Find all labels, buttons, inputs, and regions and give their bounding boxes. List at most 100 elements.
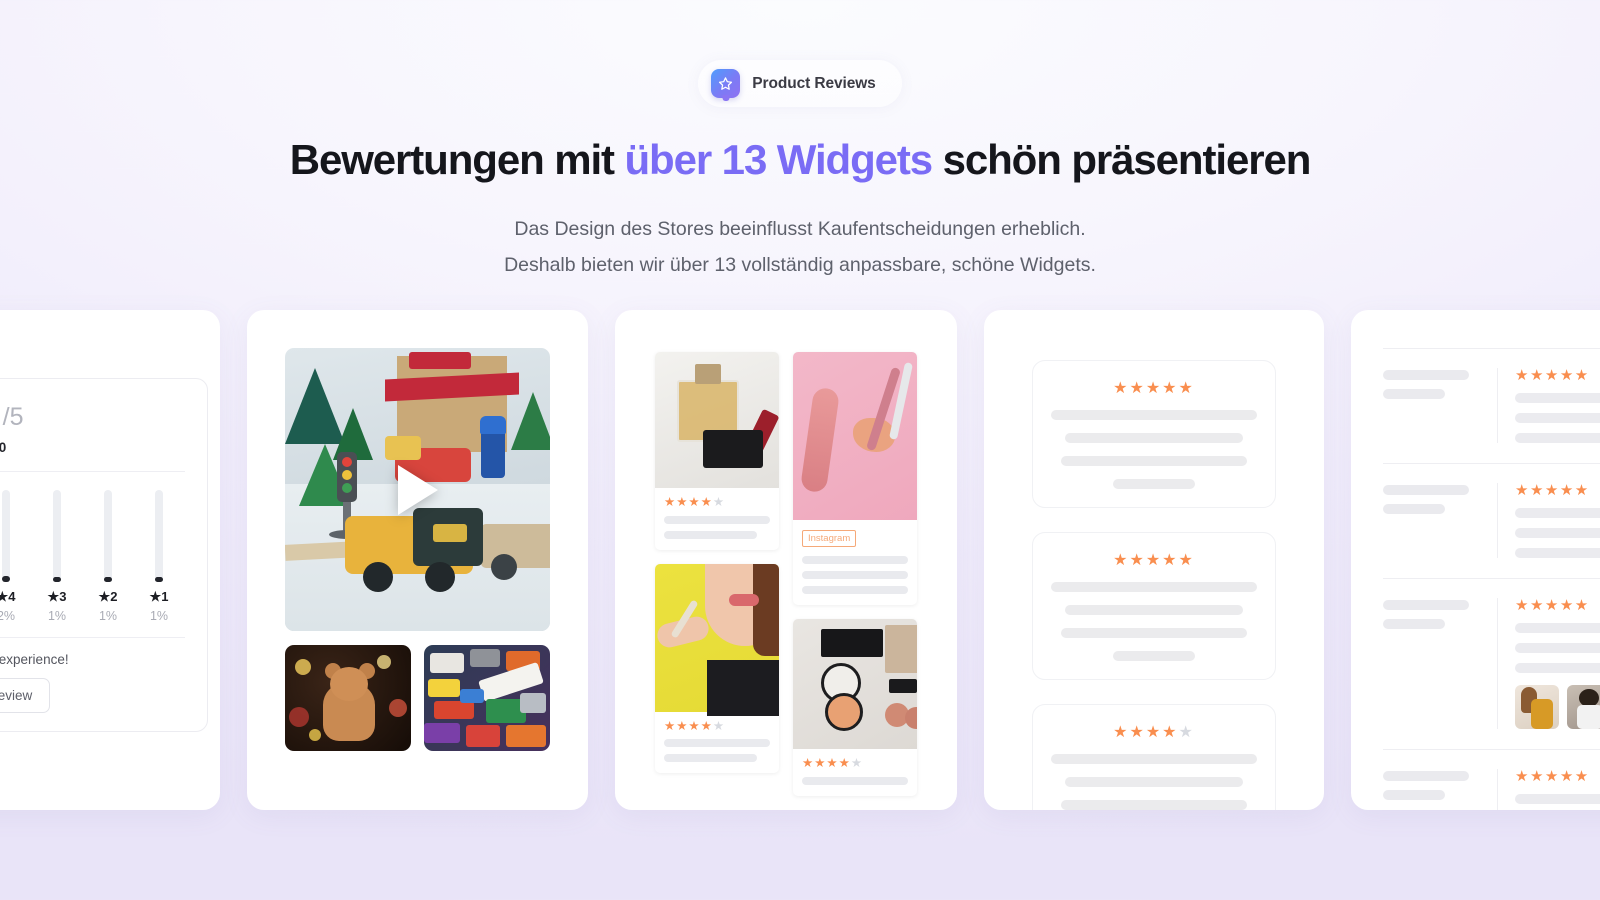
scene-figure: [481, 430, 505, 478]
empty-stars: ★: [1178, 724, 1195, 741]
skeleton-line: [1065, 433, 1243, 443]
review-author: [1383, 483, 1479, 558]
bar-percent: 1%: [47, 609, 67, 623]
distribution-bar[interactable]: ★1 1%: [137, 490, 181, 623]
star-rating: ★★★★★: [1515, 367, 1590, 384]
bar-track: [53, 490, 61, 582]
blush-compact: [825, 693, 863, 731]
skeleton-line: [1061, 456, 1247, 466]
scene-wheel: [425, 562, 455, 592]
skeleton-line: [1065, 605, 1243, 615]
review-thumbnail[interactable]: [1515, 685, 1559, 729]
scene-wheel: [491, 554, 517, 580]
skeleton-line: [664, 739, 770, 747]
star-rating: ★★★★★: [664, 718, 770, 733]
widget-card-strip: ★ 4.8 /5 Reviews 340 ★5 95% ★4 2%: [0, 310, 1600, 810]
rating-headline: ★ 4.8 /5: [0, 399, 185, 433]
badge-label: Product Reviews: [752, 74, 876, 92]
skeleton-line: [1515, 663, 1600, 673]
distribution-bar[interactable]: ★2 1%: [86, 490, 130, 623]
scene-light-green: [342, 483, 352, 493]
review-cards-list: ★★★★★ ★★★★★ ★★★★★: [984, 310, 1324, 810]
review-cards-widget-card[interactable]: ★★★★★ ★★★★★ ★★★★★: [984, 310, 1324, 810]
write-a-review-button[interactable]: Write a review: [0, 678, 51, 713]
star-rating: ★★★★★: [664, 496, 770, 509]
review-content: ★★★★★: [1497, 368, 1600, 443]
review-list-row[interactable]: ★★★★★: [1383, 579, 1600, 749]
masonry-column-left: ★★★★★ ★★★★★: [655, 352, 779, 796]
star-rating: ★★★★★: [802, 757, 908, 770]
skeleton-line: [1065, 777, 1243, 787]
photo-review-item[interactable]: ★★★★★: [655, 563, 779, 774]
bokeh-light: [289, 707, 309, 727]
photo-review-item[interactable]: Instagram: [793, 352, 917, 605]
gallery-thumbnail[interactable]: [424, 645, 550, 751]
review-card[interactable]: ★★★★★: [1032, 704, 1276, 810]
rating-summary-box: ★ 4.8 /5 Reviews 340 ★5 95% ★4 2%: [0, 378, 208, 732]
filled-stars: ★★★★: [664, 495, 713, 509]
distribution-bar[interactable]: ★3 1%: [35, 490, 79, 623]
skeleton-line: [1383, 485, 1469, 495]
review-card[interactable]: ★★★★★: [1032, 532, 1276, 680]
photo-masonry-widget-card[interactable]: ★★★★★ ★★★★★ Instagram ★★★★★: [615, 310, 957, 810]
bokeh-light: [295, 659, 311, 675]
skeleton-line: [802, 571, 908, 579]
rating-summary-widget-card[interactable]: ★ 4.8 /5 Reviews 340 ★5 95% ★4 2%: [0, 310, 220, 810]
skeleton-line: [802, 586, 908, 594]
review-card[interactable]: ★★★★★: [1032, 360, 1276, 508]
bar-percent: 2%: [0, 609, 16, 623]
filled-stars: ★★★★★: [1113, 552, 1195, 569]
review-list: ★★★★★ ★★★★★ ★★★★★ ★★★★★: [1351, 310, 1600, 810]
skeleton-line: [1515, 623, 1600, 633]
star-rating: ★★★★★: [1515, 597, 1590, 614]
review-author: [1383, 368, 1479, 443]
bokeh-light: [389, 699, 407, 717]
skeleton-line: [1051, 754, 1257, 764]
bar-fill: [53, 577, 61, 582]
bar-label: ★4: [0, 589, 16, 604]
skeleton-line: [664, 754, 758, 762]
review-body: ★★★★★: [655, 712, 779, 774]
review-content: ★★★★★: [1497, 483, 1600, 558]
review-list-row[interactable]: ★★★★★: [1383, 750, 1600, 810]
review-photo: [793, 352, 917, 520]
lego-brick: [506, 725, 546, 747]
skeleton-line: [664, 530, 758, 539]
filled-stars: ★★★★: [802, 756, 851, 770]
bar-percent: 1%: [149, 609, 169, 623]
empty-stars: ★: [712, 718, 726, 733]
lego-brick: [424, 723, 460, 743]
review-list-row[interactable]: ★★★★★: [1383, 349, 1600, 463]
review-thumbnail[interactable]: [1567, 685, 1600, 729]
lego-brick: [430, 653, 464, 673]
review-content: ★★★★★: [1497, 769, 1600, 810]
photo-review-item[interactable]: ★★★★★: [655, 352, 779, 550]
filled-stars: ★★★★★: [1113, 380, 1195, 397]
review-list-row[interactable]: ★★★★★: [1383, 464, 1600, 578]
main-video-thumbnail[interactable]: [285, 348, 550, 631]
skeleton-line: [664, 515, 770, 524]
skeleton-line: [1515, 433, 1600, 443]
rating-out-of: /5: [2, 403, 24, 431]
scene-station-sign: [409, 352, 471, 369]
photo-review-item[interactable]: ★★★★★: [793, 619, 917, 796]
video-thumbnail-row: [285, 645, 550, 751]
makeup-box: [821, 629, 883, 657]
scene-wheel: [363, 562, 393, 592]
empty-stars: ★: [712, 495, 726, 509]
gallery-thumbnail[interactable]: [285, 645, 411, 751]
headline-part-2: schön präsentieren: [932, 136, 1312, 183]
bar-percent: 1%: [98, 609, 118, 623]
compact-box: [703, 430, 763, 468]
empty-stars: ★: [850, 756, 864, 770]
hero-section: Product Reviews Bewertungen mit über 13 …: [0, 0, 1600, 283]
instagram-source-badge[interactable]: Instagram: [802, 530, 857, 547]
blush-round: [905, 707, 917, 729]
distribution-bar[interactable]: ★4 2%: [0, 490, 28, 623]
product-reviews-badge: Product Reviews: [698, 60, 902, 107]
bar-fill: [104, 577, 112, 582]
video-gallery-widget-card[interactable]: [247, 310, 588, 810]
play-icon[interactable]: [397, 464, 438, 515]
skeleton-line: [1112, 479, 1196, 489]
review-list-widget-card[interactable]: ★★★★★ ★★★★★ ★★★★★ ★★★★★: [1351, 310, 1600, 810]
